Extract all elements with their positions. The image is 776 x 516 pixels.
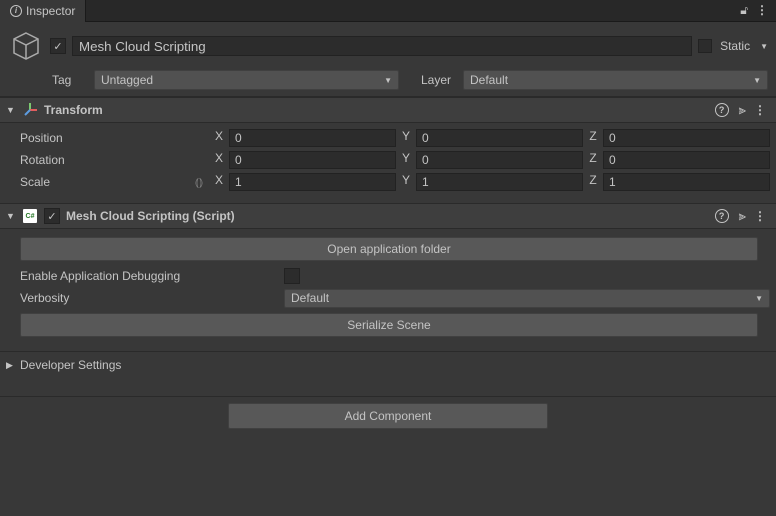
script-header[interactable]: ▼ C# Mesh Cloud Scripting (Script) ? ⫸ ⋮ (0, 203, 776, 229)
static-label: Static (720, 39, 750, 53)
constrain-link-icon[interactable]: ⦅⦆ (195, 175, 203, 190)
script-body: Open application folder Enable Applicati… (0, 229, 776, 351)
verbosity-label: Verbosity (20, 291, 280, 305)
position-label: Position (20, 131, 192, 145)
foldout-open-icon[interactable]: ▼ (6, 105, 16, 115)
layer-label: Layer (421, 73, 457, 87)
verbosity-dropdown[interactable]: Default ▼ (284, 289, 770, 308)
position-x-input[interactable] (229, 129, 396, 147)
transform-body: Position X Y Z Rotation X Y Z Scale ⦅⦆ X… (0, 123, 776, 203)
active-checkbox[interactable] (50, 38, 66, 54)
component-menu-icon[interactable]: ⋮ (754, 103, 766, 117)
static-dropdown-icon[interactable]: ▼ (760, 42, 768, 51)
tag-label: Tag (52, 73, 88, 87)
serialize-scene-button[interactable]: Serialize Scene (20, 313, 758, 337)
csharp-script-icon: C# (22, 208, 38, 224)
tab-menu-icon[interactable]: ⋮ (756, 3, 768, 18)
developer-settings-header[interactable]: ▶ Developer Settings (0, 351, 776, 378)
lock-icon[interactable]: 🔓︎ (740, 3, 748, 18)
transform-header[interactable]: ▼ Transform ? ⫸ ⋮ (0, 97, 776, 123)
gameobject-header: Static ▼ Tag Untagged ▼ Layer Default ▼ (0, 22, 776, 97)
help-icon[interactable]: ? (715, 103, 729, 117)
tab-title: Inspector (26, 4, 75, 18)
transform-icon (22, 102, 38, 118)
tag-dropdown[interactable]: Untagged ▼ (94, 70, 399, 90)
enable-debug-checkbox[interactable] (284, 268, 300, 284)
chevron-down-icon: ▼ (755, 294, 763, 303)
layer-dropdown[interactable]: Default ▼ (463, 70, 768, 90)
preset-icon[interactable]: ⫸ (739, 102, 744, 118)
chevron-down-icon: ▼ (384, 76, 392, 85)
tab-bar: i Inspector 🔓︎ ⋮ (0, 0, 776, 22)
info-icon: i (10, 5, 22, 17)
scale-z-input[interactable] (603, 173, 770, 191)
open-application-folder-button[interactable]: Open application folder (20, 237, 758, 261)
static-checkbox[interactable] (698, 39, 712, 53)
rotation-x-input[interactable] (229, 151, 396, 169)
position-z-input[interactable] (603, 129, 770, 147)
chevron-down-icon: ▼ (753, 76, 761, 85)
transform-title: Transform (44, 103, 709, 117)
position-y-input[interactable] (416, 129, 583, 147)
rotation-z-input[interactable] (603, 151, 770, 169)
enable-debug-label: Enable Application Debugging (20, 269, 280, 283)
scale-y-input[interactable] (416, 173, 583, 191)
gameobject-name-input[interactable] (72, 36, 692, 56)
developer-settings-title: Developer Settings (20, 358, 121, 372)
script-enabled-checkbox[interactable] (44, 208, 60, 224)
scale-label: Scale (20, 175, 191, 189)
footer: Add Component (0, 396, 776, 435)
script-title: Mesh Cloud Scripting (Script) (66, 209, 709, 223)
scale-x-input[interactable] (229, 173, 396, 191)
foldout-open-icon[interactable]: ▼ (6, 211, 16, 221)
preset-icon[interactable]: ⫸ (739, 208, 744, 224)
rotation-y-input[interactable] (416, 151, 583, 169)
foldout-closed-icon[interactable]: ▶ (6, 360, 16, 371)
component-menu-icon[interactable]: ⋮ (754, 209, 766, 223)
add-component-button[interactable]: Add Component (228, 403, 548, 429)
rotation-label: Rotation (20, 153, 192, 167)
gameobject-icon[interactable] (8, 28, 44, 64)
inspector-tab[interactable]: i Inspector (0, 0, 86, 22)
help-icon[interactable]: ? (715, 209, 729, 223)
